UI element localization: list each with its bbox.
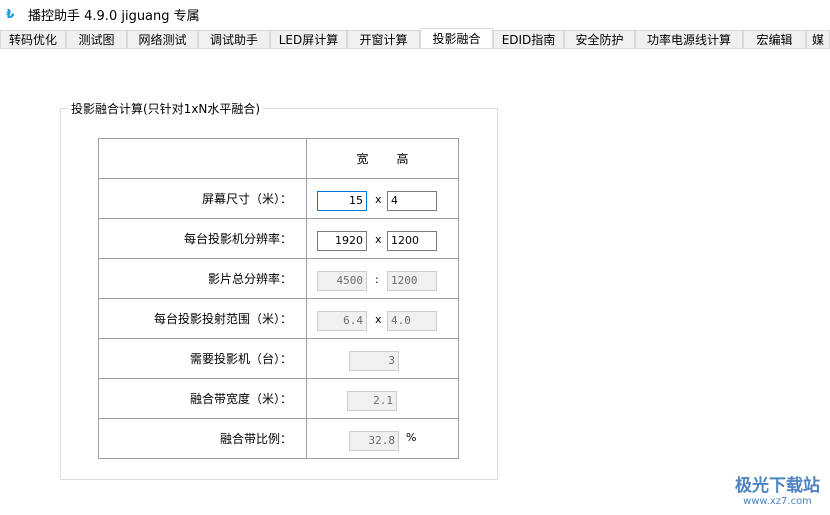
window-title: 播控助手 4.9.0 jiguang 专属: [28, 8, 200, 24]
screen-width-input[interactable]: 15: [317, 191, 367, 211]
tab-debug-helper[interactable]: 调试助手: [198, 30, 270, 48]
screen-size-label: 屏幕尺寸（米）：: [98, 178, 307, 219]
watermark-url: www.xz7.com: [743, 496, 812, 507]
total-res-width-field: 4500: [317, 271, 367, 291]
tab-edid-guide[interactable]: EDID指南: [493, 30, 564, 48]
projector-res-height-input[interactable]: 1200: [387, 231, 437, 251]
separator: x: [375, 313, 382, 326]
projector-count-label: 需要投影机（台）：: [98, 338, 307, 379]
title-bar: ₺ 播控助手 4.9.0 jiguang 专属: [0, 0, 830, 28]
tab-media[interactable]: 媒: [806, 30, 830, 48]
tab-security[interactable]: 安全防护: [564, 30, 635, 48]
tab-power-cable-calc[interactable]: 功率电源线计算: [635, 30, 743, 48]
tab-macro-edit[interactable]: 宏编辑: [743, 30, 806, 48]
separator: x: [375, 233, 382, 246]
group-title: 投影融合计算(只针对1xN水平融合): [68, 100, 264, 117]
separator: x: [375, 193, 382, 206]
tab-transcode[interactable]: 转码优化: [0, 30, 66, 48]
blend-width-field: 2.1: [347, 391, 397, 411]
total-res-height-field: 1200: [387, 271, 437, 291]
width-header: 宽: [356, 152, 369, 166]
projector-count-field: 3: [349, 351, 399, 371]
screen-height-input[interactable]: 4: [387, 191, 437, 211]
projector-resolution-label: 每台投影机分辨率：: [98, 218, 307, 259]
tab-projection-blend[interactable]: 投影融合: [420, 28, 493, 48]
watermark-name: 极光下载站: [735, 476, 820, 496]
app-logo-icon: ₺: [6, 7, 15, 21]
blend-ratio-label: 融合带比例：: [98, 418, 307, 459]
blend-width-label: 融合带宽度（米）：: [98, 378, 307, 419]
separator: :: [375, 273, 379, 286]
throw-width-field: 6.4: [317, 311, 367, 331]
throw-range-label: 每台投影投射范围（米）：: [98, 298, 307, 339]
tab-window-calc[interactable]: 开窗计算: [347, 30, 420, 48]
projector-res-width-input[interactable]: 1920: [317, 231, 367, 251]
watermark: 极光下载站 www.xz7.com: [735, 471, 820, 507]
throw-height-field: 4.0: [387, 311, 437, 331]
calc-table: 宽高 屏幕尺寸（米）： 15 x 4 每台投影机分辨率： 1920 x 1200 影片总…: [98, 138, 459, 459]
header-empty-cell: [98, 138, 307, 179]
total-resolution-label: 影片总分辨率：: [98, 258, 307, 299]
tab-test-pattern[interactable]: 测试图: [66, 30, 127, 48]
tab-led-calc[interactable]: LED屏计算: [270, 30, 347, 48]
header-cell: 宽高: [306, 138, 459, 179]
tab-bar: 转码优化 测试图 网络测试 调试助手 LED屏计算 开窗计算 投影融合 EDID…: [0, 28, 830, 49]
percent-unit: %: [406, 431, 417, 444]
height-header: 高: [396, 152, 409, 166]
blend-ratio-field: 32.8: [349, 431, 399, 451]
tab-network-test[interactable]: 网络测试: [127, 30, 198, 48]
